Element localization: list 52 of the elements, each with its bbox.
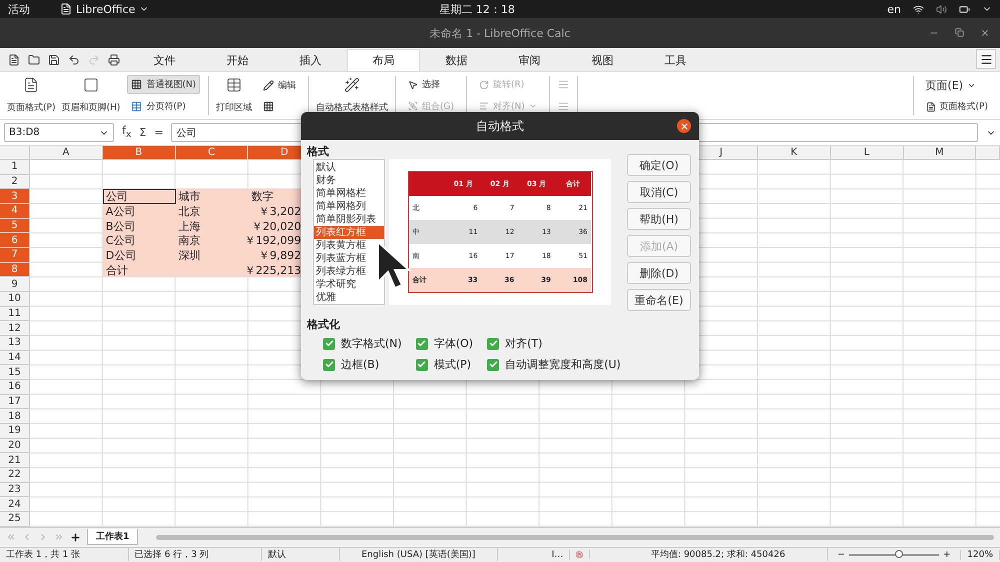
row-header: 22 [0,468,30,483]
row-header: 13 [0,336,30,351]
column-header: B [102,146,176,160]
table-cell: 深圳 [176,248,248,263]
row-header: 4 [0,204,30,219]
table-cell: C公司 [102,233,176,248]
row-header: 3 [0,189,30,204]
row-header: 18 [0,409,30,424]
row-header: 1 [0,160,30,175]
table-cell: 公司 [102,189,176,204]
section-label: 格式化 [307,317,341,332]
table-cell: 上海 [176,218,248,234]
row-header: 8 [0,262,30,278]
row-header: 25 [0,512,30,527]
insert-mode: I… [546,550,570,560]
sheet-info: 工作表 1，共 1 张 [0,548,129,562]
row-header: 9 [0,277,30,292]
row-header: 20 [0,438,30,454]
row-header: 15 [0,365,30,380]
table-cell: 南京 [176,233,248,248]
row-header: 23 [0,482,30,498]
row-header: 2 [0,174,30,190]
table-cell: 北京 [176,204,248,219]
row-header: 5 [0,218,30,234]
row-header: 11 [0,306,30,322]
window-title: 未命名 1 - LibreOffice Calc [430,26,570,40]
row-header: 7 [0,248,30,263]
table-cell: A公司 [102,204,176,219]
row-header: 6 [0,233,30,248]
table-cell: D公司 [102,248,176,263]
table-cell: 合计 [102,262,176,278]
column-header: A [30,146,103,160]
page-style: 默认 [262,548,340,562]
language: English (USA) [英语(美国)] [340,548,498,562]
column-header: L [830,146,904,160]
zoom-level: 120% [961,550,1000,560]
row-header: 21 [0,453,30,468]
selection-info: 已选择 6 行，3 列 [128,548,262,562]
column-header: K [758,146,831,160]
row-header: 17 [0,394,30,410]
summary: 平均值: 90085.2; 求和: 450426 [609,548,828,562]
column-header: M [904,146,976,160]
dialog-title: 自动格式 [476,118,524,134]
row-header: 10 [0,292,30,307]
table-cell: B公司 [102,218,176,234]
row-header: 12 [0,321,30,336]
row-header: 19 [0,424,30,439]
column-header: C [176,146,248,160]
row-header: 14 [0,350,30,366]
row-header: 24 [0,497,30,512]
row-header: 16 [0,380,30,395]
table-cell: 城市 [176,189,248,204]
